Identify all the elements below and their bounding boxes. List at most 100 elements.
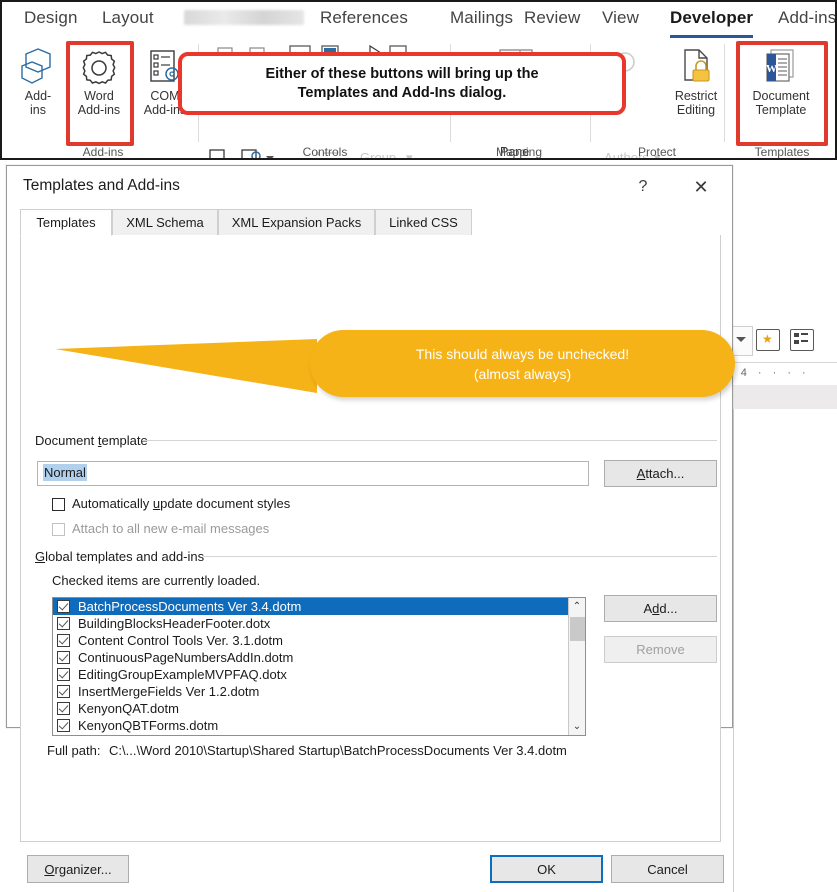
ribbon-tab-view[interactable]: View xyxy=(602,8,639,28)
ribbon-tab-mailings[interactable]: Mailings xyxy=(450,8,513,28)
hexagon-addins-icon xyxy=(21,48,51,84)
ribbon-button-restrict-editing-line1: Restrict xyxy=(674,89,718,103)
close-icon[interactable]: ✕ xyxy=(682,173,720,201)
list-item-checkbox[interactable] xyxy=(57,617,70,630)
auto-update-styles-checkbox[interactable] xyxy=(52,498,65,511)
full-path-label: Full path: xyxy=(47,743,101,758)
list-item[interactable]: KenyonQAT.dotm xyxy=(53,700,585,717)
dialog-tab-templates[interactable]: Templates xyxy=(20,209,112,236)
full-path-row: Full path: C:\...\Word 2010\Startup\Share… xyxy=(47,743,567,758)
list-item-label: InsertMergeFields Ver 1.2.dotm xyxy=(78,684,260,699)
ribbon-button-addins-line2: ins xyxy=(30,102,46,117)
dialog-tab-xml-expansion-packs[interactable]: XML Expansion Packs xyxy=(218,209,375,236)
ribbon-tab-layout[interactable]: Layout xyxy=(102,8,154,28)
add-prefix: A xyxy=(643,601,653,616)
auto-update-prefix: Automatically xyxy=(72,496,153,511)
list-item[interactable]: BatchProcessDocuments Ver 3.4.dotm xyxy=(53,598,585,615)
yellow-callout-line2: (almost always) xyxy=(473,365,572,382)
global-templates-listbox[interactable]: BatchProcessDocuments Ver 3.4.dotm Build… xyxy=(52,597,586,736)
auto-update-styles-row[interactable]: Automatically update document styles xyxy=(52,496,290,511)
global-templates-hint: Checked items are currently loaded. xyxy=(52,573,261,588)
global-templates-legend: Global templates and add-ins xyxy=(35,549,211,564)
attach-accesskey: A xyxy=(636,466,646,481)
cancel-button[interactable]: Cancel xyxy=(611,855,724,883)
ribbon-group-label-templates: Templates xyxy=(754,145,810,159)
attach-button[interactable]: Attach... xyxy=(604,460,717,487)
document-template-value: Normal xyxy=(43,464,87,481)
highlight-box-document-template xyxy=(736,41,828,146)
ribbon-tab-developer[interactable]: Developer xyxy=(670,8,754,38)
list-item[interactable]: EditingGroupExampleMVPFAQ.dotx xyxy=(53,666,585,683)
ok-button[interactable]: OK xyxy=(490,855,603,883)
list-item[interactable]: KenyonQBTForms.dotm xyxy=(53,717,585,734)
list-item-label: ContinuousPageNumbersAddIn.dotm xyxy=(78,650,294,665)
ribbon-tab-references[interactable]: References xyxy=(320,8,408,28)
group-dropdown-caret-icon: ▾ xyxy=(406,150,413,160)
list-item[interactable]: InsertMergeFields Ver 1.2.dotm xyxy=(53,683,585,700)
yellow-callout-tail xyxy=(55,339,317,393)
ribbon-button-restrict-editing-line2: Editing xyxy=(676,102,716,117)
scroll-down-icon[interactable]: ⌄ xyxy=(569,718,585,735)
dialog-tab-strip: Templates XML Schema XML Expansion Packs… xyxy=(20,209,721,236)
dialog-title-bar: Templates and Add-ins ? ✕ xyxy=(7,166,732,208)
list-item-checkbox[interactable] xyxy=(57,702,70,715)
ribbon-tab-design[interactable]: Design xyxy=(24,8,78,28)
highlight-box-word-addins xyxy=(66,41,134,146)
list-item-checkbox[interactable] xyxy=(57,600,70,613)
list-properties-icon[interactable] xyxy=(790,329,814,351)
ribbon-tab-redacted[interactable] xyxy=(184,10,304,25)
organizer-suffix: rganizer... xyxy=(54,861,112,877)
auto-update-suffix: pdate document styles xyxy=(160,496,291,511)
list-item[interactable]: BuildingBlocksHeaderFooter.dotx xyxy=(53,615,585,632)
scrollbar-thumb[interactable] xyxy=(570,617,585,641)
ribbon-group-label-protect: Protect xyxy=(637,145,676,159)
list-item-checkbox[interactable] xyxy=(57,685,70,698)
ribbon-button-addins[interactable]: Add- ins xyxy=(12,48,64,117)
list-item-label: KenyonQBTForms.dotm xyxy=(78,718,219,733)
organizer-accesskey: O xyxy=(44,861,55,877)
list-item-label: BuildingBlocksHeaderFooter.dotx xyxy=(78,616,271,631)
word-ribbon: Design Layout References Mailings Review… xyxy=(0,0,837,160)
list-item[interactable]: Content Control Tools Ver. 3.1.dotm xyxy=(53,632,585,649)
document-top-margin-band xyxy=(726,385,837,409)
favorite-folder-icon[interactable]: ★ xyxy=(756,329,780,351)
list-item[interactable]: ContinuousPageNumbersAddIn.dotm xyxy=(53,649,585,666)
horizontal-ruler: · 4 · · · · xyxy=(726,363,837,385)
list-item-checkbox[interactable] xyxy=(57,634,70,647)
restrict-editing-lock-icon xyxy=(684,49,710,82)
ribbon-group-label-controls: Controls xyxy=(302,145,348,159)
dialog-tab-xml-schema[interactable]: XML Schema xyxy=(112,209,218,236)
add-accesskey: d xyxy=(652,601,660,616)
ribbon-tab-review[interactable]: Review xyxy=(524,8,580,28)
legend-suffix: emplate xyxy=(101,433,148,448)
legend-prefix: Document xyxy=(35,433,98,448)
list-item-label: Content Control Tools Ver. 3.1.dotm xyxy=(78,633,283,648)
global-legend-accesskey: G xyxy=(35,549,46,564)
list-item-checkbox[interactable] xyxy=(57,719,70,732)
list-item-label: EditingGroupExampleMVPFAQ.dotx xyxy=(78,667,287,682)
document-template-input[interactable]: Normal xyxy=(37,461,589,486)
ribbon-tab-addins[interactable]: Add-ins xyxy=(778,8,835,28)
list-item-checkbox[interactable] xyxy=(57,651,70,664)
listbox-scrollbar[interactable]: ⌃ ⌄ xyxy=(568,598,585,735)
help-icon[interactable]: ? xyxy=(626,173,660,201)
ribbon-group-label-mapping: Mapping xyxy=(495,145,543,159)
ribbon-button-addins-line1: Add- xyxy=(24,89,52,103)
organizer-button[interactable]: Organizer... xyxy=(27,855,129,883)
templates-and-addins-dialog: Templates and Add-ins ? ✕ Templates XML … xyxy=(6,165,733,883)
ribbon-button-restrict-editing[interactable]: Restrict Editing xyxy=(664,48,728,117)
ruler-ticks: · 4 · · · · xyxy=(726,367,810,379)
scroll-up-icon[interactable]: ⌃ xyxy=(569,598,585,615)
add-suffix: d... xyxy=(659,601,678,616)
yellow-annotation-callout: This should always be unchecked! (almost… xyxy=(310,330,735,397)
list-item-checkbox[interactable] xyxy=(57,668,70,681)
list-item-label: BatchProcessDocuments Ver 3.4.dotm xyxy=(78,599,302,614)
list-item-label: KenyonQAT.dotm xyxy=(78,701,179,716)
ribbon-annotation-callout: Either of these buttons will bring up th… xyxy=(178,52,626,115)
dialog-tab-linked-css[interactable]: Linked CSS xyxy=(375,209,472,236)
document-page-area[interactable] xyxy=(733,409,837,892)
yellow-callout-line1: This should always be unchecked! xyxy=(415,345,630,362)
global-templates-fieldset-rule xyxy=(203,556,717,557)
add-button[interactable]: Ad d... xyxy=(604,595,717,622)
document-template-legend: Document template xyxy=(35,433,154,448)
